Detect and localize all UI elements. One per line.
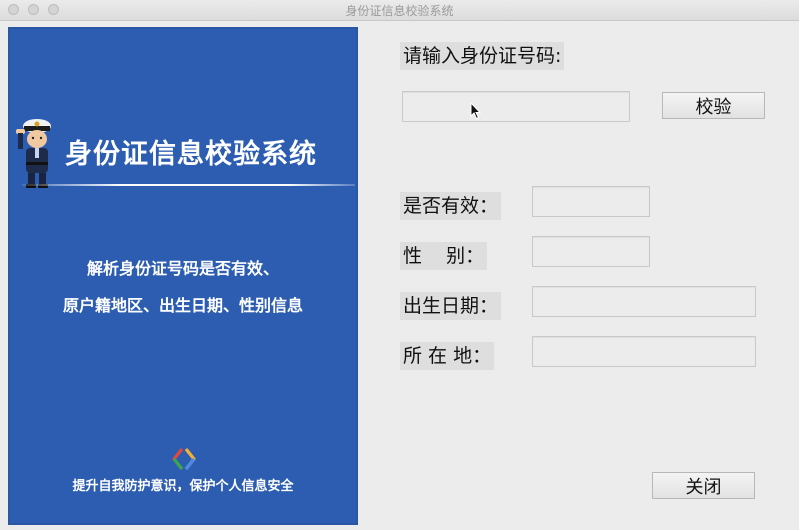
close-button[interactable]: 关闭	[652, 472, 755, 499]
location-field[interactable]	[532, 336, 756, 367]
police-officer-icon	[16, 119, 51, 188]
gender-field[interactable]	[532, 236, 650, 267]
id-prompt-label: 请输入身份证号码:	[400, 42, 565, 70]
birth-date-label: 出生日期：	[400, 292, 502, 320]
gender-label: 性 别：	[400, 242, 488, 270]
mouse-cursor-icon	[470, 102, 482, 120]
banner-description-line1: 解析身份证号码是否有效、	[86, 259, 279, 278]
id-number-input[interactable]	[402, 91, 630, 122]
valid-field[interactable]	[532, 186, 650, 217]
banner-divider	[22, 184, 355, 186]
banner-footer: 提升自我防护意识，保护个人信息安全	[72, 479, 294, 494]
banner-panel: 身份证信息校验系统 解析身份证号码是否有效、 原户籍地区、出生日期、性别信息 提…	[8, 27, 358, 525]
banner-title: 身份证信息校验系统	[65, 139, 317, 170]
window-titlebar: 身份证信息校验系统	[0, 0, 799, 21]
location-label: 所 在 地：	[400, 342, 495, 370]
banner-description-line2: 原户籍地区、出生日期、性别信息	[62, 296, 303, 315]
valid-label: 是否有效：	[400, 192, 502, 220]
check-button[interactable]: 校验	[662, 92, 765, 119]
window-title: 身份证信息校验系统	[345, 4, 454, 18]
birth-date-field[interactable]	[532, 286, 756, 317]
app-logo-icon	[172, 448, 196, 470]
